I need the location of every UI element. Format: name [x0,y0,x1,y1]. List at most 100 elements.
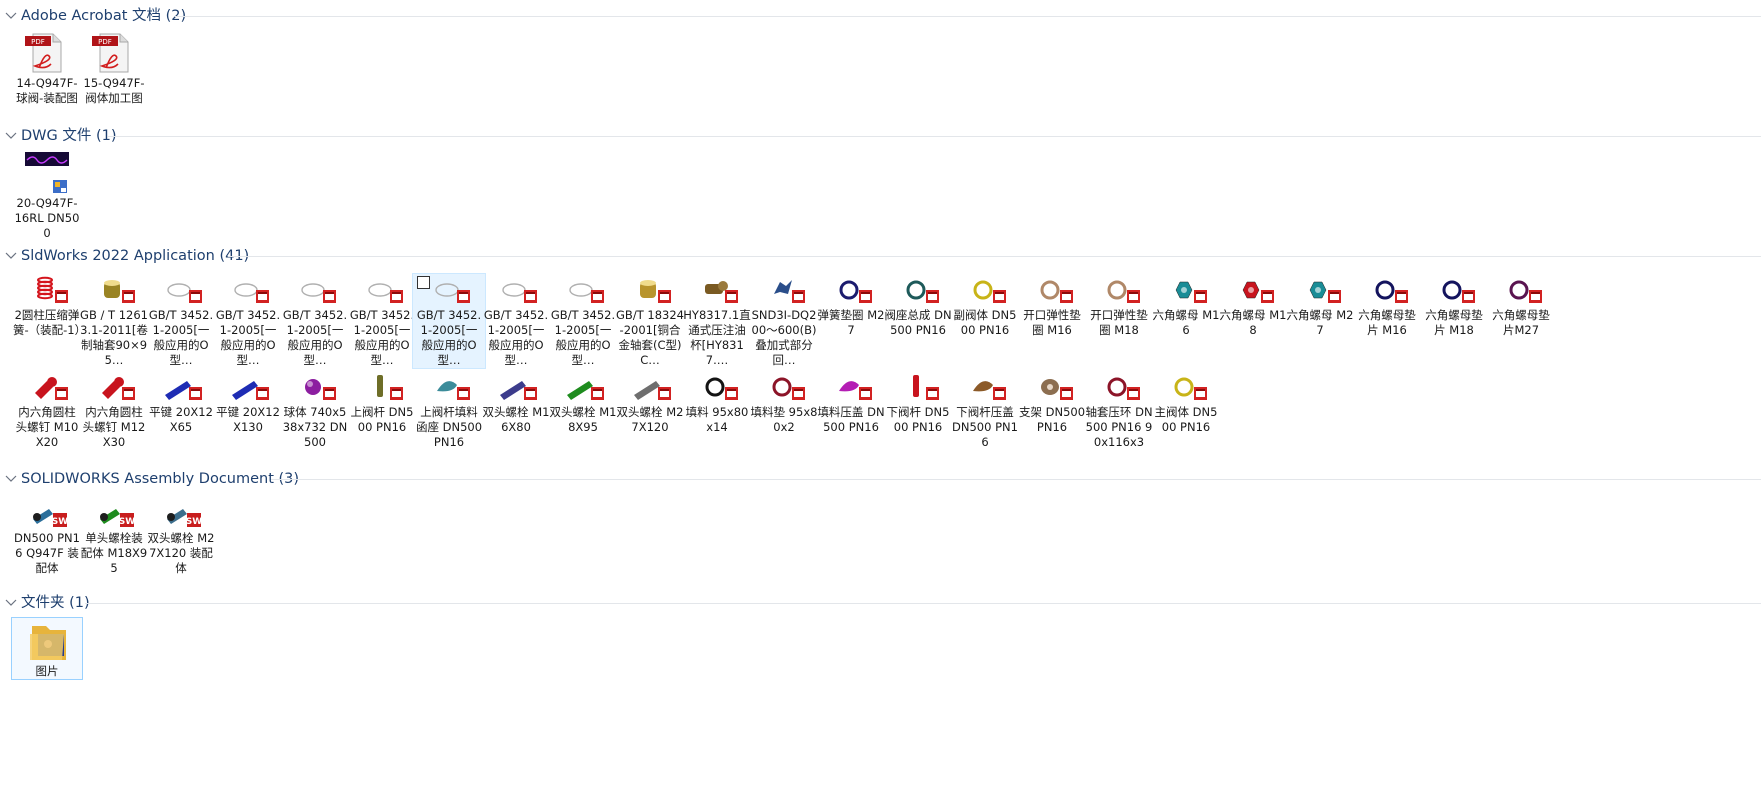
group-title: Adobe Acrobat 文档 (2) [21,8,187,24]
bushing-part-icon [614,274,686,308]
group-header[interactable]: Adobe Acrobat 文档 (2) [0,6,1761,26]
group-divider [228,256,1761,257]
group-header[interactable]: SOLIDWORKS Assembly Document (3) [0,469,1761,489]
file-name-label: GB/T 3452.1-2005[一般应用的O型… [148,308,214,367]
file-item[interactable]: GB/T 3452.1-2005[一般应用的O型… [145,274,217,368]
file-name-label: 双头螺栓 M27X120 [616,405,684,434]
group-header[interactable]: 文件夹 (1) [0,593,1761,613]
file-item[interactable]: 上阀杆填料函座 DN500 PN16 [413,371,485,450]
file-item[interactable]: 图片 [11,617,83,680]
file-item[interactable]: 开口弹性垫圈 M18 [1083,274,1155,338]
file-item[interactable]: 填料压盖 DN500 PN16 [815,371,887,435]
file-item[interactable]: PDF 14-Q947F-球阀-装配图 [11,30,83,106]
o-ring-part-icon [547,274,619,308]
file-item[interactable]: 填料 95x80x14 [681,371,753,435]
chevron-down-icon[interactable] [3,472,19,486]
screw-part-icon [78,371,150,405]
folder-icon [12,618,84,664]
spring-part-icon [11,274,83,308]
file-name-label: 15-Q947F-阀体加工图 [83,76,145,105]
chevron-down-icon[interactable] [3,249,19,263]
file-item[interactable]: 下阀杆压盖 DN500 PN16 [949,371,1021,450]
file-item[interactable]: 双头螺栓 M18X95 [547,371,619,435]
file-item[interactable]: 弹簧垫圈 M27 [815,274,887,338]
file-item[interactable]: HY8317.1直通式压注油杯[HY8317.… [681,274,753,368]
ring-part-icon [882,274,954,308]
file-name-label: 下阀杆 DN500 PN16 [886,405,950,434]
file-item[interactable]: 六角螺母垫片 M18 [1418,274,1490,338]
file-item[interactable]: 开口弹性垫圈 M16 [1016,274,1088,338]
file-name-label: 轴套压环 DN500 PN16 90x116x3 [1085,405,1153,449]
ring-part-icon [1150,371,1222,405]
file-item[interactable]: 六角螺母垫片M27 [1485,274,1557,338]
file-item[interactable]: 六角螺母垫片 M16 [1351,274,1423,338]
o-ring-part-icon [413,274,485,308]
file-item[interactable]: GB/T 3452.1-2005[一般应用的O型… [279,274,351,368]
file-item[interactable]: GB/T 3452.1-2005[一般应用的O型… [412,273,486,369]
file-item[interactable]: SW 单头螺栓装配体 M18X95 [78,497,150,576]
group-divider [108,136,1761,137]
chevron-down-icon[interactable] [3,129,19,143]
file-item[interactable]: 六角螺母 M18 [1217,274,1289,338]
file-item[interactable]: 球体 740x538x732 DN500 [279,371,351,450]
group-header[interactable]: SldWorks 2022 Application (41) [0,246,1761,266]
file-item[interactable]: GB/T 3452.1-2005[一般应用的O型… [346,274,418,368]
key-part-icon [145,371,217,405]
o-ring-part-icon [145,274,217,308]
svg-text:SW: SW [52,517,68,527]
stem-part-icon [346,371,418,405]
grease-nipple-part-icon [681,274,753,308]
file-item[interactable]: 轴套压环 DN500 PN16 90x116x3 [1083,371,1155,450]
file-name-label: HY8317.1直通式压注油杯[HY8317.… [683,308,751,367]
file-item[interactable]: SW DN500 PN16 Q947F 装配体 [11,497,83,576]
chevron-down-icon[interactable] [3,9,19,23]
file-name-label: GB/T 3452.1-2005[一般应用的O型… [282,308,348,367]
file-name-label: GB/T 3452.1-2005[一般应用的O型… [483,308,549,367]
file-item[interactable]: 主阀体 DN500 PN16 [1150,371,1222,435]
svg-text:SW: SW [119,517,135,527]
file-item[interactable]: 内六角圆柱头螺钉 M12X30 [78,371,150,450]
file-item[interactable]: 内六角圆柱头螺钉 M10X20 [11,371,83,450]
assembly-doc-icon: SW [11,497,83,531]
file-item[interactable]: GB / T 12613.1-2011[卷制轴套90×95… [78,274,150,368]
file-item[interactable]: 双头螺栓 M27X120 [614,371,686,435]
file-item[interactable]: GB/T 3452.1-2005[一般应用的O型… [547,274,619,368]
file-name-label: 开口弹性垫圈 M16 [1023,308,1081,337]
file-name-label: 2圆柱压缩弹簧-（装配-1） [13,308,87,337]
gland-part-icon [949,371,1021,405]
file-item[interactable]: 六角螺母 M27 [1284,274,1356,338]
file-item[interactable]: 填料垫 95x80x2 [748,371,820,435]
file-name-label: GB/T 3452.1-2005[一般应用的O型… [215,308,281,367]
file-item[interactable]: 上阀杆 DN500 PN16 [346,371,418,435]
file-item[interactable]: 平键 20X12X130 [212,371,284,435]
file-item[interactable]: GB/T 3452.1-2005[一般应用的O型… [480,274,552,368]
file-item[interactable]: 平键 20X12X65 [145,371,217,435]
file-item[interactable]: 双头螺栓 M16X80 [480,371,552,435]
file-item[interactable]: 六角螺母 M16 [1150,274,1222,338]
group-header[interactable]: DWG 文件 (1) [0,126,1761,146]
svg-text:PDF: PDF [31,38,45,46]
pdf-icon: PDF [78,30,150,76]
file-item[interactable]: 20-Q947F-16RL DN500 [11,150,83,241]
file-name-label: GB/T 3452.1-2005[一般应用的O型… [550,308,616,367]
file-name-label: GB/T 3452.1-2005[一般应用的O型… [416,308,482,367]
file-item[interactable]: 2圆柱压缩弹簧-（装配-1） [11,274,87,338]
file-item[interactable]: SW 双头螺栓 M27X120 装配体 [145,497,217,576]
file-item[interactable]: PDF 15-Q947F-阀体加工图 [78,30,150,106]
file-item[interactable]: GB/T 18324-2001[铜合金轴套(C型)C… [614,274,686,368]
svg-text:PDF: PDF [98,38,112,46]
ring-part-icon [949,274,1021,308]
chevron-down-icon[interactable] [3,596,19,610]
group-title: DWG 文件 (1) [21,128,117,144]
hex-nut-part-icon [1284,274,1356,308]
group-divider [175,16,1761,17]
file-item[interactable]: 阀座总成 DN500 PN16 [882,274,954,338]
file-name-label: 填料垫 95x80x2 [750,405,818,434]
file-item[interactable]: 支架 DN500 PN16 [1016,371,1088,435]
dwg-icon [11,150,83,196]
file-item[interactable]: SND3I-DQ200～600(B)叠加式部分回… [748,274,820,368]
file-item[interactable]: 下阀杆 DN500 PN16 [882,371,954,435]
file-item[interactable]: GB/T 3452.1-2005[一般应用的O型… [212,274,284,368]
file-item[interactable]: 副阀体 DN500 PN16 [949,274,1021,338]
selection-checkbox[interactable] [417,276,430,289]
